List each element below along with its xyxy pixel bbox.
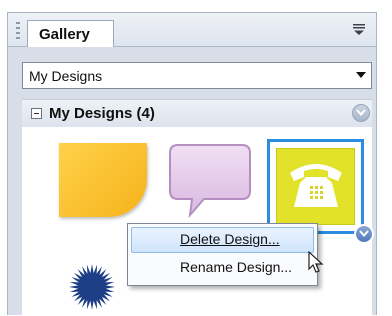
tab-strip: Gallery — [8, 13, 376, 47]
tab-gallery[interactable]: Gallery — [27, 20, 114, 47]
section-title: My Designs (4) — [49, 105, 155, 122]
tab-menu-icon[interactable] — [351, 21, 367, 37]
mouse-cursor-icon — [308, 251, 324, 273]
sticky-note-shape[interactable] — [59, 143, 147, 217]
telephone-icon — [290, 164, 342, 207]
telephone-tile — [276, 148, 355, 225]
section-header[interactable]: My Designs (4) — [22, 99, 372, 127]
rename-design-menu-item[interactable]: Rename Design... — [131, 255, 314, 281]
speech-bubble-shape[interactable] — [168, 143, 252, 219]
dropdown-value: My Designs — [29, 68, 103, 84]
starburst-shape[interactable] — [68, 263, 116, 311]
menu-item-label: Delete Design... — [180, 231, 280, 247]
item-options-chevron-icon[interactable] — [354, 224, 374, 244]
designs-dropdown[interactable]: My Designs — [22, 62, 372, 89]
telephone-design[interactable] — [267, 139, 374, 244]
menu-item-label: Rename Design... — [180, 259, 293, 275]
chevron-down-icon[interactable] — [356, 72, 366, 78]
drag-grip-icon[interactable] — [16, 22, 20, 40]
collapse-minus-icon[interactable] — [31, 108, 42, 119]
context-menu: Delete Design... Rename Design... — [127, 223, 318, 286]
gallery-grid — [22, 127, 374, 316]
section-chevron-icon[interactable] — [352, 104, 370, 122]
delete-design-menu-item[interactable]: Delete Design... — [131, 227, 314, 253]
